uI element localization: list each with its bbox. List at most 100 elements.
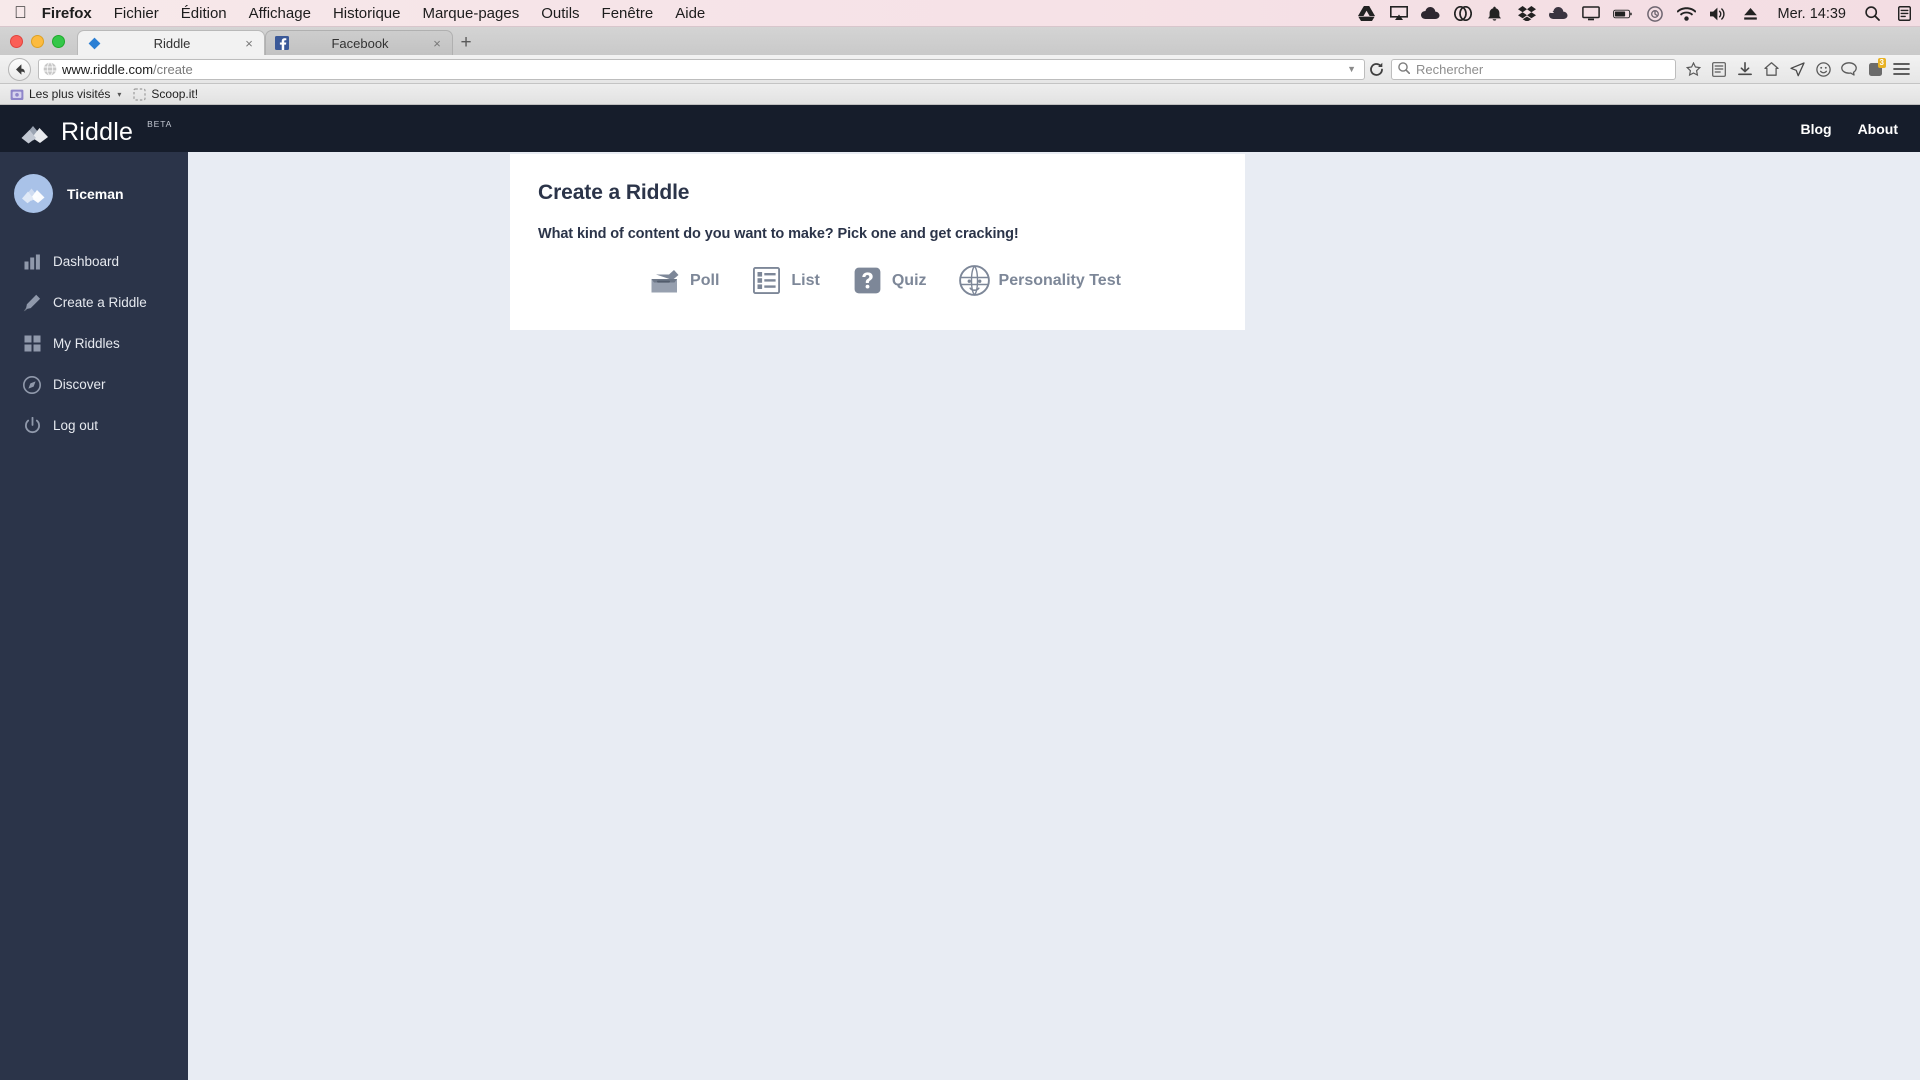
search-input[interactable]: Rechercher [1391, 58, 1676, 80]
brand-beta-tag: BETA [147, 118, 173, 129]
tab-riddle-label: Riddle [153, 35, 191, 51]
sidebar-item-discover[interactable]: Discover [0, 364, 188, 405]
sidebar-item-create-a-riddle-label: Create a Riddle [53, 295, 147, 310]
sidebar-item-my-riddles[interactable]: My Riddles [0, 323, 188, 364]
notification-center-icon[interactable] [1895, 4, 1914, 23]
create-riddle-card: Create a Riddle What kind of content do … [510, 154, 1245, 330]
brand-name: Riddle [61, 117, 134, 146]
time-machine-icon[interactable] [1645, 4, 1664, 23]
site-header: Riddle BETA Blog About [0, 105, 1920, 152]
avatar [14, 174, 53, 213]
user-profile[interactable]: Ticeman [0, 174, 188, 213]
menu-item-outils[interactable]: Outils [541, 5, 579, 22]
page-title: Create a Riddle [538, 181, 690, 204]
addon-icon[interactable]: 3 [1862, 57, 1888, 81]
sidebar-item-log-out-label: Log out [53, 418, 99, 433]
menu-item-affichage[interactable]: Affichage [249, 5, 311, 22]
firefox-chrome: Riddle × Facebook × + www.riddle.com/cre… [0, 27, 1920, 105]
menu-item-marque-pages[interactable]: Marque-pages [422, 5, 519, 22]
url-domain: www.riddle.com [62, 61, 154, 77]
volume-icon[interactable] [1709, 4, 1728, 23]
zoom-button[interactable] [52, 35, 65, 48]
option-quiz[interactable]: Quiz [852, 265, 927, 296]
menu-bar-clock[interactable]: Mer. 14:39 [1777, 6, 1846, 22]
menu-item-firefox[interactable]: Firefox [42, 5, 92, 22]
menu-item-edition[interactable]: Édition [181, 5, 227, 22]
creative-cloud-icon[interactable] [1453, 4, 1472, 23]
tab-strip: Riddle × Facebook × + [0, 27, 1920, 55]
bar-chart-icon [22, 254, 42, 270]
back-arrow-icon[interactable] [8, 57, 31, 81]
reader-icon[interactable] [1706, 57, 1732, 81]
sidebar-item-log-out[interactable]: Log out [0, 405, 188, 446]
header-link-about[interactable]: About [1858, 121, 1898, 137]
eject-icon[interactable] [1741, 4, 1760, 23]
chat-icon[interactable] [1836, 57, 1862, 81]
dropbox-icon[interactable] [1517, 4, 1536, 23]
tab-facebook-close-icon[interactable]: × [430, 37, 444, 50]
bookmark-les-plus-visites[interactable]: Les plus visités ▾ [8, 87, 130, 101]
sidebar-item-create-a-riddle[interactable]: Create a Riddle [0, 282, 188, 323]
tab-riddle[interactable]: Riddle × [77, 30, 265, 55]
battery-icon[interactable] [1613, 4, 1633, 23]
menu-item-historique[interactable]: Historique [333, 5, 401, 22]
menu-item-aide[interactable]: Aide [675, 5, 705, 22]
personality-face-icon [958, 265, 990, 296]
compass-icon [22, 375, 42, 394]
menu-item-fenetre[interactable]: Fenêtre [602, 5, 654, 22]
option-list[interactable]: List [751, 265, 820, 296]
tab-facebook[interactable]: Facebook × [265, 30, 453, 55]
minimize-button[interactable] [31, 35, 44, 48]
menu-bar-status-icons: Mer. 14:39 [1357, 0, 1914, 27]
spotlight-search-icon[interactable] [1863, 4, 1882, 23]
reload-icon[interactable] [1367, 62, 1385, 77]
bookmarks-bar: Les plus visités ▾ Scoop.it! [0, 84, 1920, 105]
display-icon[interactable] [1581, 4, 1600, 23]
option-list-label: List [791, 271, 820, 289]
toolbar-icons: 3 [1680, 57, 1914, 81]
bookmark-les-plus-visites-label: Les plus visités [29, 87, 111, 101]
sidebar-item-discover-label: Discover [53, 377, 106, 392]
apple-logo-icon[interactable]:  [14, 4, 27, 21]
bookmark-scoopit[interactable]: Scoop.it! [130, 87, 207, 101]
tab-facebook-label: Facebook [331, 35, 389, 51]
url-bar[interactable]: www.riddle.com/create ▼ [38, 58, 1365, 80]
sidebar-item-dashboard-label: Dashboard [53, 254, 120, 269]
header-link-blog[interactable]: Blog [1800, 121, 1831, 137]
tab-riddle-close-icon[interactable]: × [242, 37, 256, 50]
navigation-toolbar: www.riddle.com/create ▼ Rechercher 3 [0, 55, 1920, 84]
macos-menu-bar:  Firefox Fichier Édition Affichage Hist… [0, 0, 1920, 27]
pocket-icon[interactable] [1784, 57, 1810, 81]
google-drive-icon[interactable] [1357, 4, 1376, 23]
wifi-icon[interactable] [1677, 4, 1697, 23]
chevron-down-icon[interactable]: ▾ [117, 90, 121, 99]
airplay-icon[interactable] [1389, 4, 1408, 23]
web-page: Riddle BETA Blog About Ticeman Dashboard… [0, 105, 1920, 1080]
menu-item-fichier[interactable]: Fichier [114, 5, 159, 22]
search-icon [1398, 61, 1411, 77]
header-links: Blog About [1800, 121, 1898, 137]
bell-icon[interactable] [1485, 4, 1504, 23]
brand-logo[interactable]: Riddle BETA [20, 116, 173, 146]
scoopit-icon [132, 87, 146, 101]
sidebar-item-dashboard[interactable]: Dashboard [0, 241, 188, 282]
power-icon [22, 417, 42, 434]
most-visited-icon [10, 87, 24, 101]
option-poll-label: Poll [690, 271, 720, 289]
option-poll[interactable]: Poll [650, 265, 719, 296]
menu-icon[interactable] [1888, 57, 1914, 81]
riddle-logo-icon [20, 119, 50, 145]
bookmark-star-icon[interactable] [1680, 57, 1706, 81]
option-personality-test[interactable]: Personality Test [958, 265, 1121, 296]
close-button[interactable] [10, 35, 23, 48]
pencil-icon [22, 294, 42, 312]
cloud-icon[interactable] [1421, 4, 1440, 23]
smiley-icon[interactable] [1810, 57, 1836, 81]
download-icon[interactable] [1732, 57, 1758, 81]
cloud-sync-icon[interactable] [1549, 4, 1568, 23]
url-path: /create [153, 61, 193, 77]
chevron-down-icon[interactable]: ▼ [1347, 64, 1360, 74]
new-tab-button[interactable]: + [453, 30, 479, 55]
home-icon[interactable] [1758, 57, 1784, 81]
search-placeholder: Rechercher [1416, 61, 1484, 77]
